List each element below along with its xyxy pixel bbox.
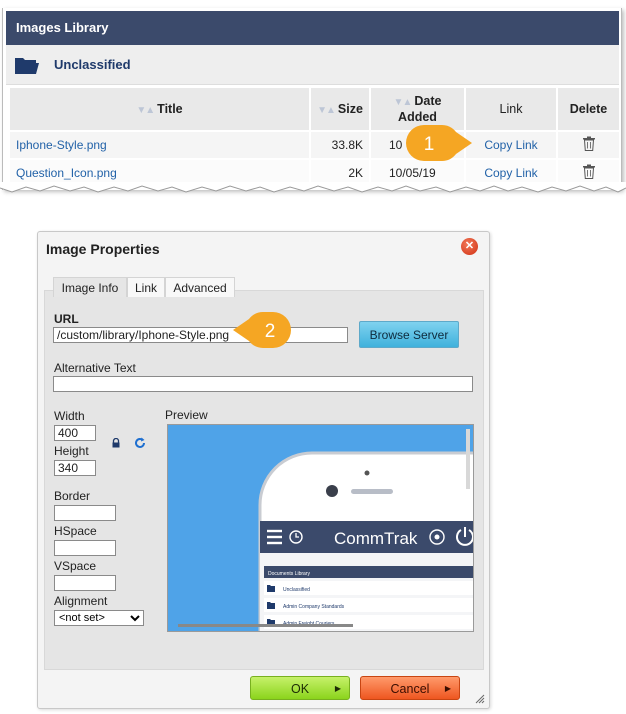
preview-brand: CommTrak <box>334 529 418 548</box>
callout-number: 1 <box>424 134 435 155</box>
file-name-link[interactable]: Iphone-Style.png <box>8 130 311 160</box>
image-preview: CommTrak Documents Library Unclassified … <box>167 424 474 632</box>
ok-label: OK <box>290 682 310 696</box>
preview-item: Admin Company Standards <box>283 604 345 610</box>
delete-button[interactable] <box>556 130 621 160</box>
library-header: Images Library <box>6 11 619 45</box>
close-button[interactable]: ✕ <box>461 238 478 255</box>
table-row: Iphone-Style.png 33.8K 10 Copy Link <box>8 130 621 160</box>
preview-item: Unclassified <box>283 587 310 593</box>
alt-text-field[interactable] <box>53 376 473 392</box>
callout-1: 1 <box>403 123 473 163</box>
tab-image-info[interactable]: Image Info <box>53 277 127 297</box>
image-properties-dialog: Image Properties ✕ Image Info Link Advan… <box>37 231 490 709</box>
vspace-field[interactable] <box>54 575 116 591</box>
reset-size-icon[interactable] <box>134 437 146 449</box>
width-field[interactable] <box>54 425 96 441</box>
tab-link[interactable]: Link <box>127 277 165 297</box>
torn-edge <box>0 182 626 193</box>
trash-icon <box>582 164 595 179</box>
hspace-field[interactable] <box>54 540 116 556</box>
browse-server-button[interactable]: Browse Server <box>359 321 459 348</box>
vspace-label: VSpace <box>54 559 97 573</box>
ok-button[interactable]: OK ▶ <box>250 676 350 700</box>
chevron-right-icon: ▶ <box>334 684 341 693</box>
hspace-label: HSpace <box>54 524 97 538</box>
folder-open-icon <box>15 58 39 74</box>
sort-arrows-icon[interactable]: ▼▲ <box>136 105 155 116</box>
close-icon: ✕ <box>464 240 475 252</box>
height-label: Height <box>54 444 89 458</box>
height-field[interactable] <box>54 460 96 476</box>
lock-ratio-icon[interactable] <box>111 438 121 448</box>
callout-bubble-icon: 2 <box>233 312 291 348</box>
tab-advanced[interactable]: Advanced <box>165 277 235 297</box>
resize-grip-icon[interactable] <box>473 692 485 704</box>
col-title-header[interactable]: ▼▲ Title <box>8 86 311 132</box>
file-size: 33.8K <box>309 130 371 160</box>
url-label: URL <box>54 312 79 326</box>
width-label: Width <box>54 409 85 423</box>
col-link-header: Link <box>464 86 558 132</box>
callout-bubble-icon: 1 <box>406 125 472 161</box>
trash-icon <box>582 136 595 151</box>
col-size-header[interactable]: ▼▲ Size <box>309 86 371 132</box>
cancel-label: Cancel <box>390 682 430 696</box>
alignment-label: Alignment <box>54 594 108 608</box>
border-label: Border <box>54 489 91 503</box>
folder-name[interactable]: Unclassified <box>54 57 131 72</box>
url-field[interactable] <box>53 327 348 343</box>
folder-bar[interactable]: Unclassified <box>6 45 619 85</box>
sort-arrows-icon[interactable]: ▼▲ <box>394 97 413 108</box>
chevron-right-icon: ▶ <box>444 684 451 693</box>
images-library-panel: Images Library Unclassified ▼▲ Title ▼▲ Si… <box>2 8 622 190</box>
alignment-select[interactable]: <not set> <box>54 610 144 626</box>
preview-image: CommTrak Documents Library Unclassified … <box>168 425 473 631</box>
images-table: ▼▲ Title ▼▲ Size ▼▲ Date Added Link Delete … <box>8 86 621 188</box>
table-header-row: ▼▲ Title ▼▲ Size ▼▲ Date Added Link Delete <box>8 86 621 132</box>
col-delete-header: Delete <box>556 86 621 132</box>
callout-2: 2 <box>233 310 295 350</box>
cancel-button[interactable]: Cancel ▶ <box>360 676 460 700</box>
dialog-title: Image Properties <box>46 241 160 257</box>
sort-arrows-icon[interactable]: ▼▲ <box>317 105 336 116</box>
copy-link-button[interactable]: Copy Link <box>464 130 558 160</box>
callout-number: 2 <box>265 321 276 342</box>
border-field[interactable] <box>54 505 116 521</box>
preview-section: Documents Library <box>268 571 310 577</box>
alt-text-label: Alternative Text <box>54 361 136 375</box>
preview-label: Preview <box>165 408 208 422</box>
